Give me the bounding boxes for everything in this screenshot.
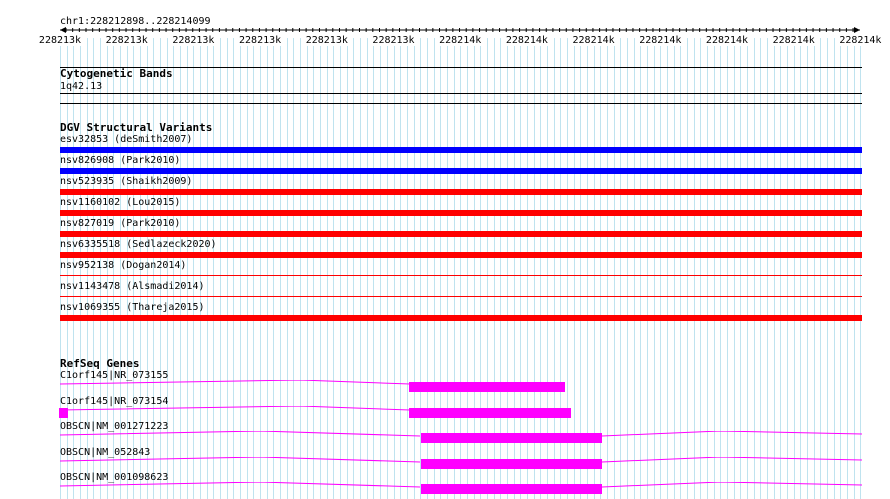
- variant-label[interactable]: nsv1069355 (Thareja2015): [60, 302, 205, 313]
- left-arrow-icon: [60, 27, 66, 33]
- variant-feature[interactable]: [60, 168, 862, 174]
- variant-feature[interactable]: [60, 189, 862, 195]
- gene-model[interactable]: [0, 456, 890, 471]
- variant-feature[interactable]: [60, 296, 862, 297]
- ruler-tick-label: 228213k: [37, 35, 83, 46]
- gene-exon: [421, 433, 602, 443]
- variant-feature[interactable]: [60, 252, 862, 258]
- variant-feature[interactable]: [60, 147, 862, 153]
- dgv-track-title: DGV Structural Variants: [60, 121, 213, 134]
- gene-intron-line: [601, 482, 863, 488]
- ruler-tick-label: 228214k: [838, 35, 883, 46]
- gene-exon: [421, 484, 602, 494]
- gene-exon: [59, 407, 68, 418]
- gene-intron-line: [601, 456, 863, 462]
- gene-exon: [421, 458, 602, 469]
- gene-model[interactable]: [0, 405, 890, 420]
- cytoband-bottom-rule: [60, 103, 862, 104]
- gene-intron-line: [59, 405, 411, 410]
- cytoband-feature[interactable]: [60, 93, 862, 94]
- ruler-tick-label: 228214k: [504, 35, 549, 46]
- variant-label[interactable]: nsv6335518 (Sedlazeck2020): [60, 239, 217, 250]
- ruler-tick-label: 228213k: [371, 35, 416, 46]
- gene-intron-line: [59, 431, 421, 437]
- refseq-track-title: RefSeq Genes: [60, 357, 140, 370]
- variant-label[interactable]: nsv952138 (Dogan2014): [60, 260, 186, 271]
- variant-label[interactable]: nsv523935 (Shaikh2009): [60, 176, 192, 187]
- variant-feature[interactable]: [60, 315, 862, 321]
- variant-label[interactable]: esv32853 (deSmith2007): [60, 134, 192, 145]
- ruler-tick-label: 228213k: [104, 35, 149, 46]
- gene-model[interactable]: [0, 431, 890, 445]
- ruler-tick-label: 228214k: [438, 35, 483, 46]
- right-arrow-icon: [854, 27, 860, 33]
- variant-label[interactable]: nsv1143478 (Alsmadi2014): [60, 281, 205, 292]
- variant-label[interactable]: nsv826908 (Park2010): [60, 155, 180, 166]
- gene-exon: [409, 382, 565, 392]
- gene-intron-line: [59, 456, 421, 462]
- ruler-tick-label: 228213k: [304, 35, 349, 46]
- gene-exon: [409, 407, 571, 418]
- gene-model[interactable]: [0, 482, 890, 496]
- variant-feature[interactable]: [60, 210, 862, 216]
- variant-label[interactable]: nsv1160102 (Lou2015): [60, 197, 180, 208]
- ruler-tick-label: 228214k: [704, 35, 750, 46]
- ruler-tick-label: 228213k: [238, 35, 283, 46]
- cytoband-divider: [60, 67, 862, 68]
- variant-feature[interactable]: [60, 275, 862, 276]
- ruler-tick-label: 228214k: [571, 35, 616, 46]
- variant-label[interactable]: nsv827019 (Park2010): [60, 218, 180, 229]
- cytoband-label[interactable]: 1q42.13: [60, 81, 102, 92]
- gene-intron-line: [59, 380, 411, 385]
- ruler-tick-label: 228213k: [171, 35, 216, 46]
- variant-feature[interactable]: [60, 231, 862, 237]
- ruler-tick-label: 228214k: [771, 35, 816, 46]
- gene-model[interactable]: [0, 380, 890, 394]
- ruler-tick-label: 228214k: [638, 35, 683, 46]
- cytoband-track-title: Cytogenetic Bands: [60, 67, 173, 80]
- gene-intron-line: [59, 482, 421, 488]
- gene-intron-line: [601, 431, 863, 437]
